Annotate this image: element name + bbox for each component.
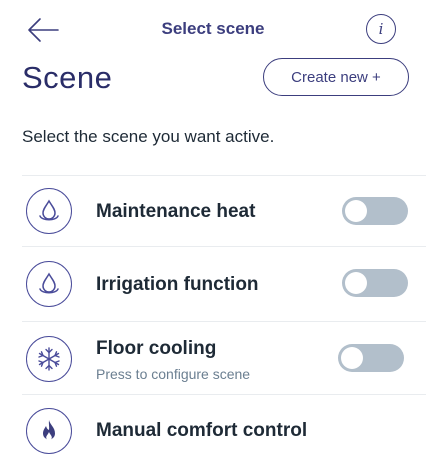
page-subtitle: Select the scene you want active. — [22, 127, 275, 146]
scene-row-irrigation-function[interactable]: Irrigation function — [0, 247, 426, 321]
scene-row-manual-comfort-control[interactable]: Manual comfort control — [0, 395, 426, 462]
scene-toggle[interactable] — [342, 269, 408, 297]
scene-row-maintenance-heat[interactable]: Maintenance heat — [0, 176, 426, 246]
toggle-knob — [345, 200, 367, 222]
info-button[interactable]: i — [366, 14, 396, 44]
info-icon: i — [378, 20, 384, 38]
scene-row-floor-cooling[interactable]: Floor cooling Press to configure scene — [0, 322, 426, 394]
water-drop-icon — [26, 261, 72, 307]
scene-label: Irrigation function — [96, 274, 259, 295]
top-bar: Select scene i — [0, 0, 426, 60]
scene-toggle[interactable] — [338, 344, 404, 372]
toggle-knob — [345, 272, 367, 294]
flame-icon — [26, 408, 72, 454]
toggle-knob — [341, 347, 363, 369]
page-title: Scene — [22, 60, 113, 95]
create-new-button[interactable]: Create new + — [263, 58, 409, 96]
snowflake-icon — [26, 336, 72, 382]
scene-toggle[interactable] — [342, 197, 408, 225]
header-title: Select scene — [161, 19, 265, 38]
scene-label: Manual comfort control — [96, 420, 308, 441]
water-drop-icon — [26, 188, 72, 234]
scene-sublabel: Press to configure scene — [96, 366, 251, 382]
scene-label: Maintenance heat — [96, 201, 256, 222]
scene-label: Floor cooling — [96, 338, 217, 359]
